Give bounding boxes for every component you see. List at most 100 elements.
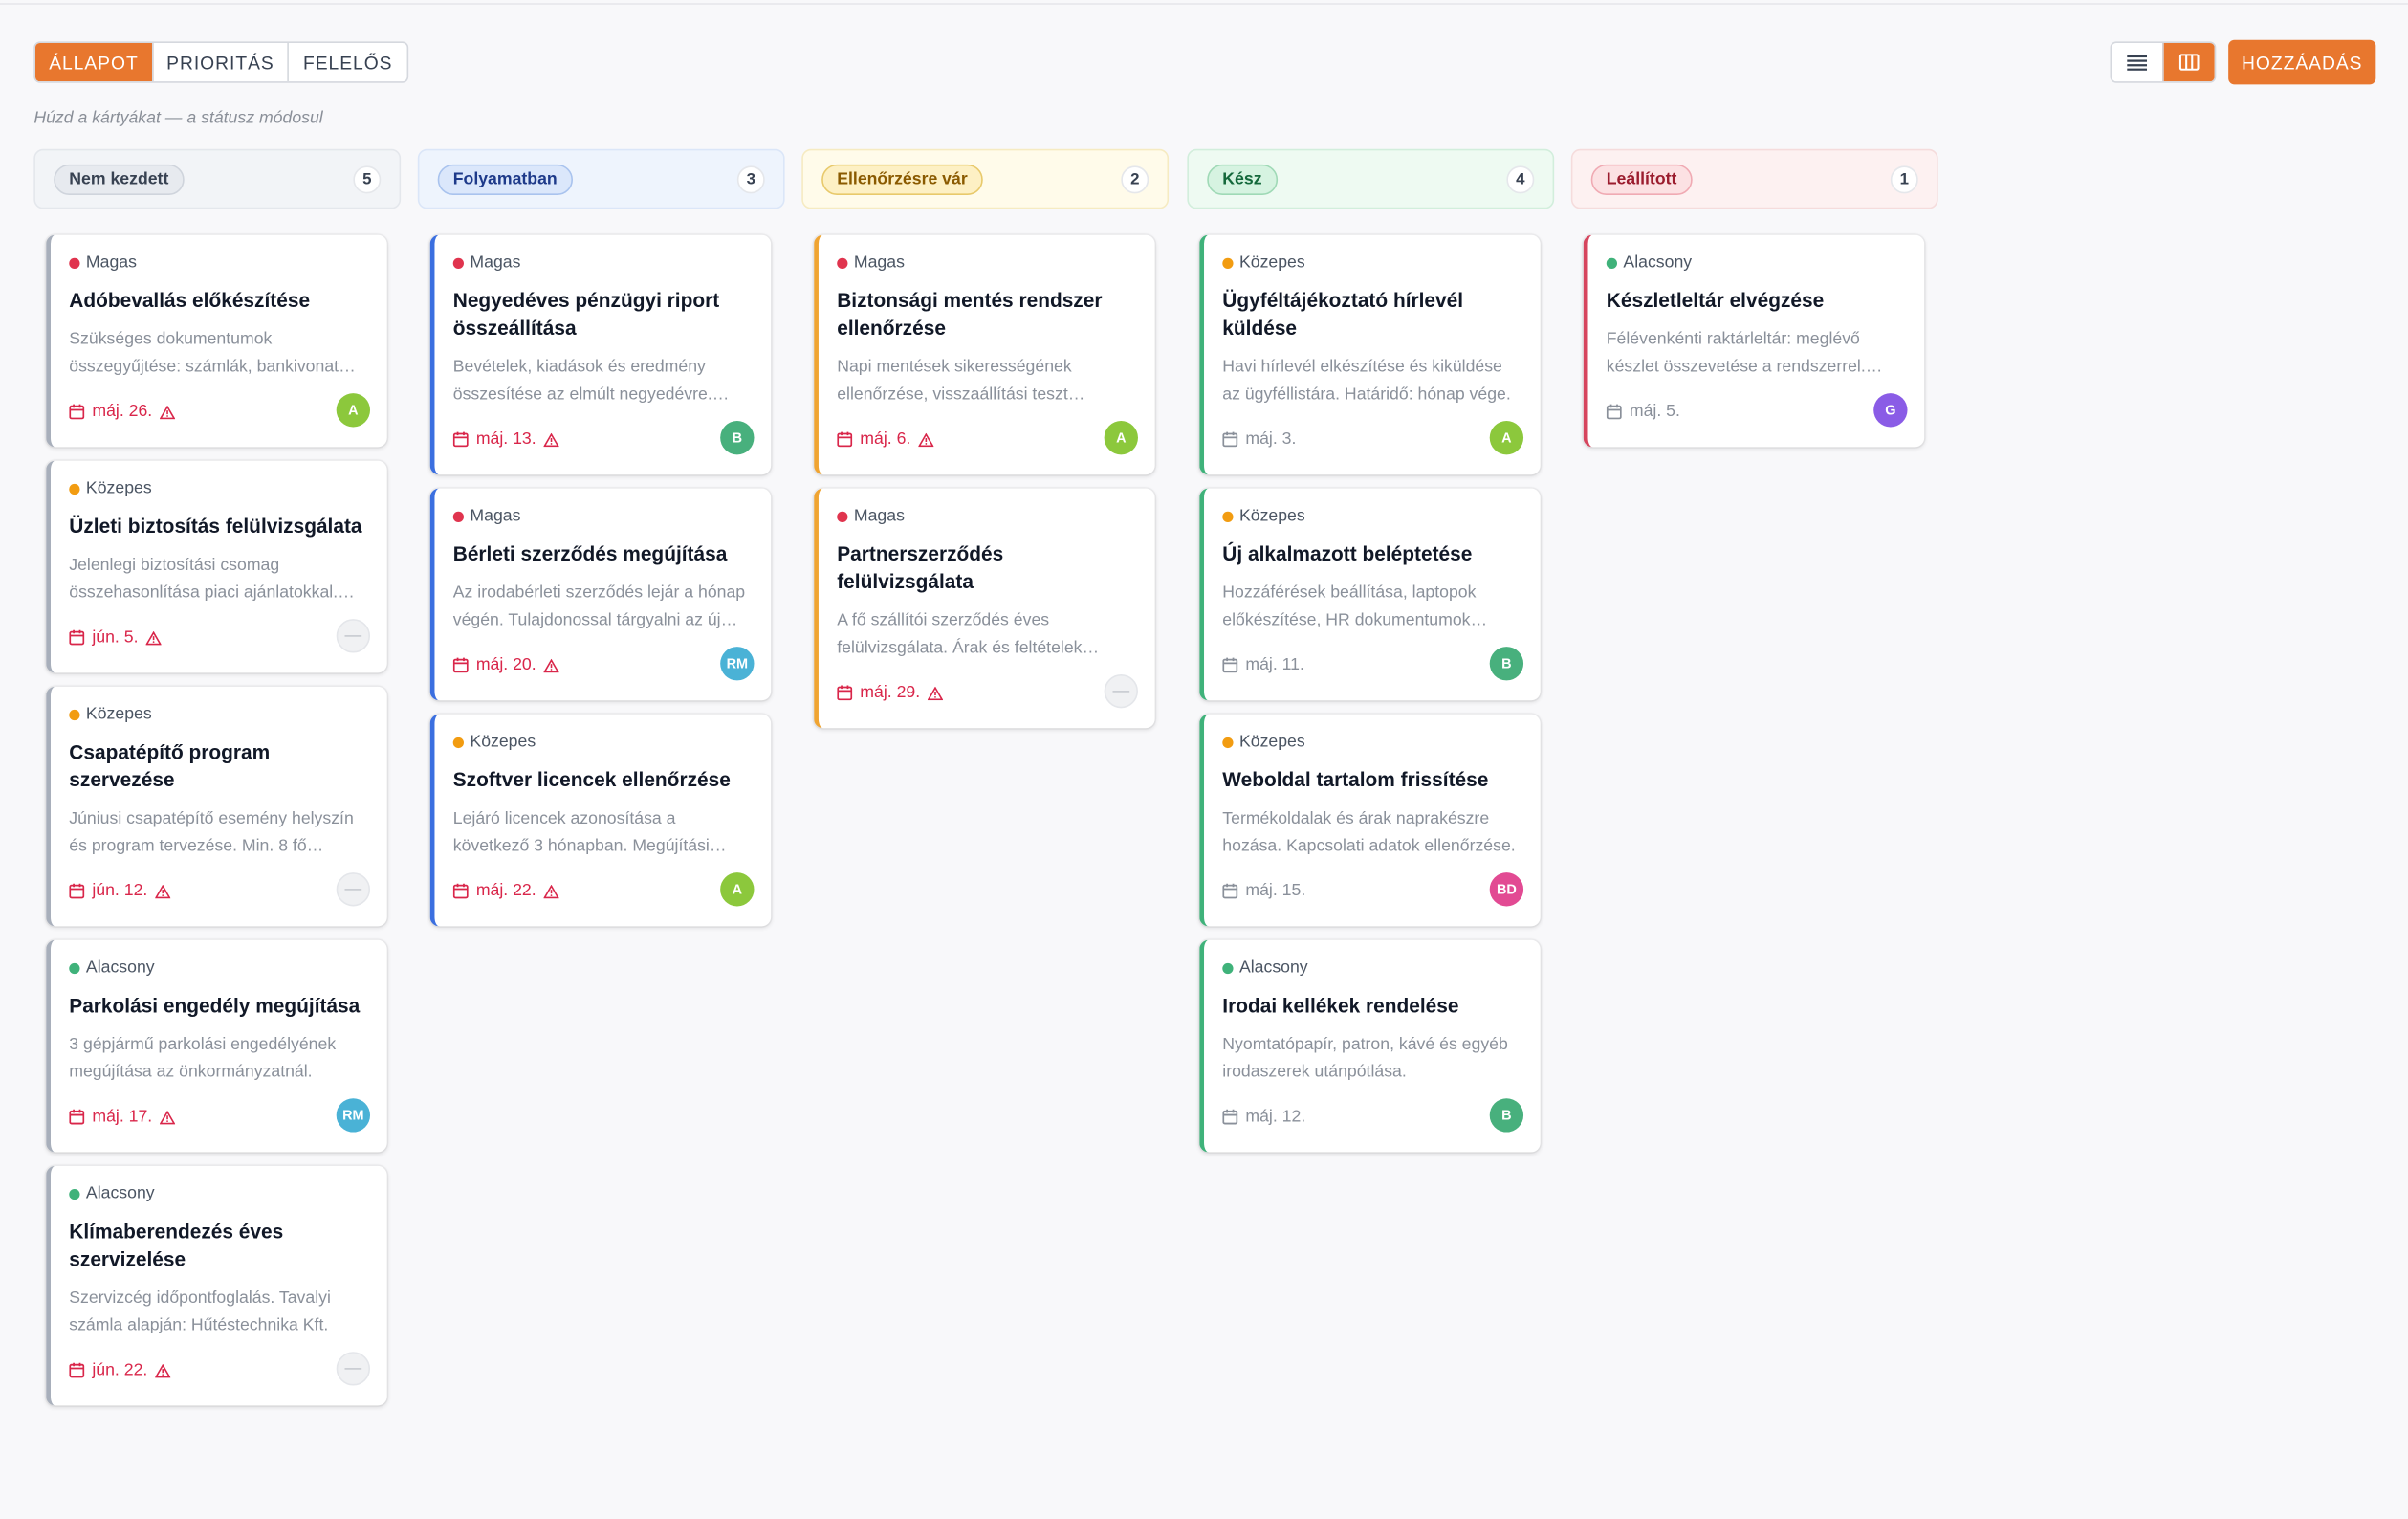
priority-text: Magas (470, 506, 521, 526)
tab-assignee[interactable]: FELELŐS (289, 43, 407, 81)
drag-hint: Húzd a kártyákat — a státusz módosul (33, 109, 323, 128)
priority-label: Magas (837, 507, 905, 525)
calendar-icon (1606, 404, 1622, 420)
task-card[interactable]: Magas Biztonsági mentés rendszer ellenőr… (814, 234, 1155, 475)
list-view-button[interactable] (2112, 43, 2162, 81)
description-line: előkészítése, HR dokumentumok… (1222, 611, 1488, 630)
task-card[interactable]: Magas Adóbevallás előkészítése Szükséges… (46, 234, 387, 448)
kanban-page: ÁLLAPOT PRIORITÁS FELELŐS Húzd a kártyák… (0, 0, 2408, 1519)
priority-text: Alacsony (1238, 958, 1308, 978)
card-title: Negyedéves pénzügyi riport összeállítása (452, 288, 720, 340)
unassigned-avatar[interactable]: — (336, 872, 371, 907)
task-card[interactable]: Alacsony Irodai kellékek rendelése Nyomt… (1199, 939, 1541, 1153)
due-date-text: máj. 5. (1629, 402, 1680, 422)
assignee-avatar[interactable]: A (1489, 421, 1524, 455)
card-title: Új alkalmazott beléptetése (1222, 541, 1473, 565)
priority-label: Közepes (69, 705, 152, 723)
tab-priority[interactable]: PRIORITÁS (154, 42, 289, 82)
unassigned-avatar[interactable]: — (1104, 673, 1138, 709)
task-card[interactable]: Alacsony Klímaberendezés éves szervizelé… (46, 1165, 387, 1406)
task-card[interactable]: Alacsony Készletleltár elvégzése Féléven… (1583, 234, 1925, 448)
tab-status[interactable]: ÁLLAPOT (34, 42, 154, 82)
column-header: Leállított 1 (1570, 148, 1938, 209)
card-title: Készletleltár elvégzése (1606, 288, 1825, 312)
assignee-avatar[interactable]: B (1489, 1098, 1524, 1133)
due-date-text: máj. 3. (1245, 429, 1297, 449)
board-view-button[interactable] (2162, 42, 2215, 82)
card-description: Hozzáférések beállítása, laptopok előkés… (1222, 579, 1521, 634)
priority-dot-icon (69, 709, 80, 720)
task-card[interactable]: Magas Partnerszerződés felülvizsgálata A… (814, 488, 1155, 729)
description-line: számla alapján: Hűtéstechnika Kft. (69, 1316, 329, 1335)
task-card[interactable]: Alacsony Parkolási engedély megújítása 3… (46, 939, 387, 1153)
unassigned-avatar[interactable]: — (336, 1352, 371, 1386)
description-line: Bevételek, kiadások és eredmény (452, 358, 706, 377)
priority-dot-icon (452, 510, 464, 522)
priority-dot-icon (837, 256, 848, 269)
description-line: Júniusi csapatépítő esemény helyszín (69, 809, 354, 828)
assignee-avatar[interactable]: RM (720, 647, 755, 681)
due-date: máj. 13. (452, 429, 567, 449)
warning-icon (543, 658, 559, 672)
task-card[interactable]: Közepes Weboldal tartalom frissítése Ter… (1199, 714, 1541, 927)
warning-icon (160, 1110, 176, 1124)
task-card[interactable]: Magas Negyedéves pénzügyi riport összeál… (429, 234, 772, 475)
description-line: Napi mentések sikerességének (837, 358, 1072, 377)
assignee-avatar[interactable]: A (720, 872, 755, 907)
card-description: Termékoldalak és árak naprakészre hozása… (1222, 804, 1521, 860)
card-title: Szoftver licencek ellenőrzése (452, 767, 731, 792)
assignee-avatar[interactable]: B (1489, 647, 1524, 681)
assignee-avatar[interactable]: B (720, 421, 755, 455)
due-date: máj. 17. (69, 1108, 183, 1126)
list-view-icon (2127, 55, 2148, 71)
assignee-avatar[interactable]: RM (336, 1098, 371, 1133)
due-date: jún. 12. (69, 882, 178, 900)
priority-text: Közepes (85, 479, 152, 498)
due-date-text: máj. 26. (92, 402, 153, 422)
unassigned-avatar[interactable]: — (336, 619, 371, 653)
priority-label: Magas (69, 253, 137, 272)
due-date: máj. 20. (452, 656, 567, 674)
assignee-avatar[interactable]: A (336, 393, 371, 428)
priority-label: Alacsony (69, 958, 155, 977)
card-description: A fő szállítói szerződés éves felülvizsg… (837, 606, 1136, 662)
assignee-avatar[interactable]: A (1104, 421, 1138, 455)
due-date-text: máj. 12. (1245, 1107, 1306, 1127)
calendar-icon (69, 629, 85, 646)
card-title: Csapatépítő program szervezése (69, 740, 271, 792)
status-badge: Folyamatban (437, 164, 573, 195)
priority-dot-icon (1222, 256, 1234, 269)
warning-icon (145, 630, 162, 645)
assignee-avatar[interactable]: BD (1489, 872, 1524, 907)
board-view-icon (2178, 54, 2200, 71)
task-card[interactable]: Közepes Szoftver licencek ellenőrzése Le… (429, 714, 772, 927)
due-date-text: máj. 6. (860, 429, 911, 449)
status-badge: Kész (1207, 164, 1278, 195)
task-card[interactable]: Közepes Csapatépítő program szervezése J… (46, 686, 387, 927)
priority-text: Magas (853, 253, 905, 273)
description-line: Félévenkénti raktárleltár: meglévő (1606, 330, 1860, 349)
description-line: Hozzáférések beállítása, laptopok (1222, 583, 1477, 603)
assignee-avatar[interactable]: G (1873, 393, 1908, 428)
description-line: összehasonlítása piaci ajánlatokkal.… (69, 583, 355, 603)
add-button[interactable]: HOZZÁADÁS (2228, 39, 2376, 85)
priority-text: Közepes (1238, 733, 1305, 752)
due-date: máj. 26. (69, 403, 183, 421)
card-description: Félévenkénti raktárleltár: meglévő készl… (1607, 325, 1906, 381)
due-date-text: máj. 17. (92, 1107, 153, 1127)
due-date-text: máj. 15. (1245, 881, 1306, 901)
priority-dot-icon (1222, 962, 1234, 974)
task-card[interactable]: Közepes Ügyféltájékoztató hírlevél küldé… (1199, 234, 1541, 475)
priority-text: Közepes (470, 733, 536, 752)
calendar-icon (69, 1362, 85, 1378)
column-header: Ellenőrzésre vár 2 (801, 148, 1170, 209)
due-date-text: máj. 13. (475, 429, 536, 449)
task-card[interactable]: Közepes Üzleti biztosítás felülvizsgálat… (46, 460, 387, 673)
task-card[interactable]: Magas Bérleti szerződés megújítása Az ir… (429, 488, 772, 701)
due-date: jún. 5. (69, 628, 168, 647)
priority-label: Alacsony (1606, 253, 1692, 272)
task-card[interactable]: Közepes Új alkalmazott beléptetése Hozzá… (1199, 488, 1541, 701)
priority-dot-icon (452, 737, 464, 748)
due-date-text: jún. 5. (92, 627, 139, 648)
priority-label: Közepes (1222, 733, 1305, 752)
